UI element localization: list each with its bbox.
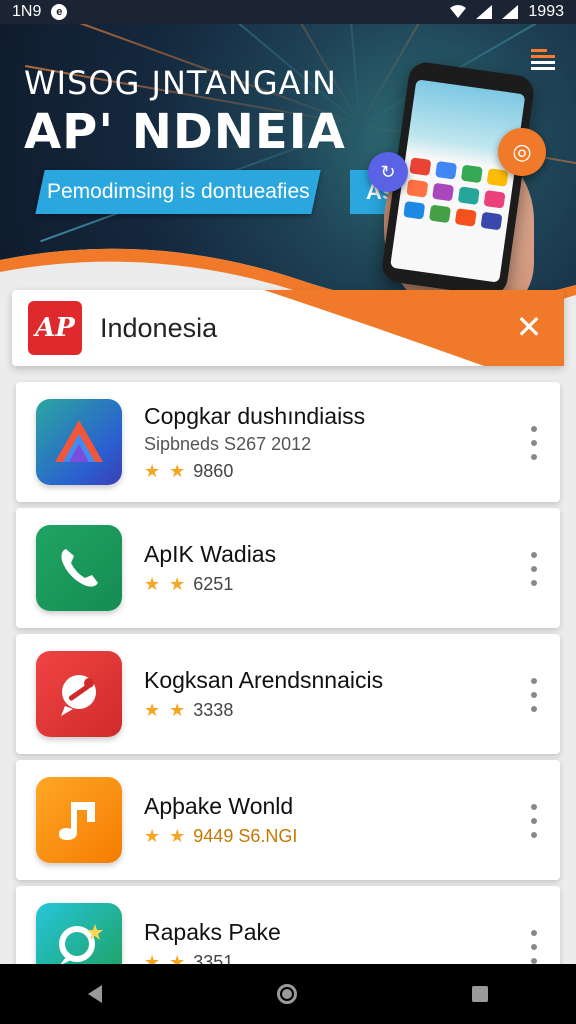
more-options-icon[interactable] [530, 426, 538, 460]
list-item[interactable]: Copgkar dushındiaiss Sipbneds S267 2012 … [16, 382, 560, 502]
app-name: Copgkar dushındiaiss [144, 402, 366, 429]
hero-title-line1: WISOG JNTANGAIN [24, 64, 337, 102]
recents-icon[interactable] [472, 986, 489, 1002]
chat-icon: ◎ [498, 128, 546, 176]
list-item[interactable]: Apþake Wonld ★ ★ 9449 S6.NGI [16, 760, 560, 880]
app-meta: Copgkar dushındiaiss Sipbneds S267 2012 … [144, 403, 365, 482]
star-icon: ★ ★ [144, 574, 188, 594]
app-subtitle: Sipbneds S267 2012 [144, 433, 312, 454]
status-bar-right: 1993 [450, 3, 564, 21]
more-options-icon[interactable] [530, 678, 538, 712]
navigation-bar [0, 964, 576, 1024]
menu-icon[interactable] [531, 46, 555, 70]
phone-app-icon [36, 525, 122, 611]
home-icon[interactable] [276, 984, 297, 1004]
app-name: Rapaks Pake [144, 919, 281, 945]
app-meta: ApIK Wadias ★ ★ 6251 [144, 541, 276, 595]
list-item[interactable]: ApIK Wadias ★ ★ 6251 [16, 508, 560, 628]
rating-value: 3338 [193, 700, 234, 720]
status-clock: 1993 [528, 3, 564, 20]
signal-icon [502, 5, 519, 19]
app-list: Copgkar dushındiaiss Sipbneds S267 2012 … [16, 382, 560, 1012]
app-meta: Kogksan Arendsnnaicis ★ ★ 3338 [144, 667, 383, 721]
header-card: AP Indonesia ✕ [12, 290, 564, 366]
close-icon[interactable]: ✕ [510, 308, 548, 346]
hero-cta-label: Pemodimsing is dontueafies [46, 180, 310, 203]
status-bar-left: 1N9 e [12, 3, 68, 21]
more-options-icon[interactable] [530, 930, 538, 964]
app-name: Kogksan Arendsnnaicis [144, 667, 384, 693]
more-options-icon[interactable] [530, 804, 538, 838]
pin-app-icon [36, 651, 122, 737]
hero-title: WISOG JNTANGAIN AP' NDNEIA [24, 64, 346, 160]
app-meta: Apþake Wonld ★ ★ 9449 S6.NGI [144, 793, 297, 847]
star-icon: ★ ★ [144, 460, 188, 481]
star-icon: ★ ★ [144, 826, 188, 846]
rating-value: 9449 S6.NGI [193, 826, 298, 846]
hero-cta-button[interactable]: Pemodimsing is dontueafies [35, 170, 321, 214]
star-icon: ★ ★ [144, 700, 188, 720]
rating-value: 6251 [193, 574, 234, 594]
rating-value: 9860 [193, 460, 234, 481]
triangle-app-icon [36, 399, 122, 485]
app-rating: ★ ★ 9449 S6.NGI [144, 826, 297, 847]
signal-icon [476, 5, 493, 19]
circle-logo-icon: e [51, 4, 68, 20]
page-title: Indonesia [100, 312, 218, 343]
app-rating: ★ ★ 3338 [144, 700, 383, 721]
status-bar: 1N9 e 1993 [0, 0, 576, 24]
refresh-icon: ↻ [368, 152, 408, 192]
app-rating: ★ ★ 6251 [144, 574, 276, 595]
hero-title-line2: AP' NDNEIA [24, 104, 346, 160]
back-icon[interactable] [87, 985, 102, 1003]
app-rating: ★ ★ 9860 [144, 461, 365, 482]
wifi-icon [450, 5, 467, 18]
status-time: 1N9 [12, 3, 42, 20]
app-name: ApIK Wadias [144, 541, 277, 567]
app-name: Apþake Wonld [144, 793, 294, 819]
more-options-icon[interactable] [530, 552, 538, 586]
music-app-icon [36, 777, 122, 863]
list-item[interactable]: Kogksan Arendsnnaicis ★ ★ 3338 [16, 634, 560, 754]
phone-app-grid [403, 157, 509, 231]
app-logo: AP [28, 301, 82, 355]
